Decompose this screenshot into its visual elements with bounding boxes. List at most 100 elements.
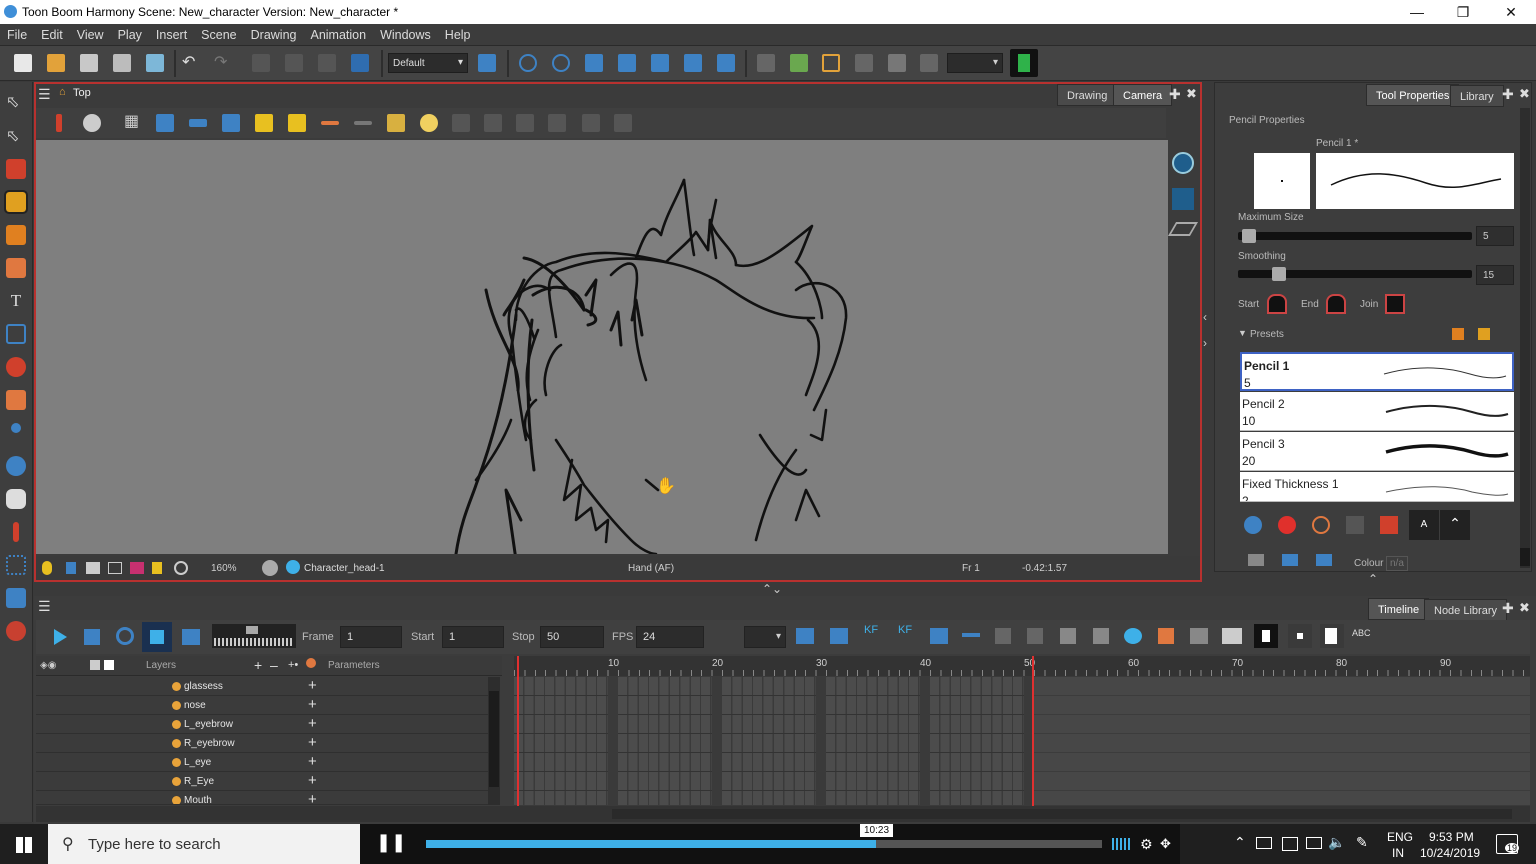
cutter-tool-icon[interactable] bbox=[6, 555, 26, 575]
expand-layer-icon[interactable]: + bbox=[308, 791, 317, 804]
create-drawing-icon[interactable] bbox=[796, 628, 814, 644]
fullscreen-icon[interactable]: ✥ bbox=[1160, 836, 1171, 852]
contour-editor-icon[interactable]: ⬁ bbox=[6, 126, 26, 146]
join-style-icon[interactable] bbox=[1385, 294, 1405, 314]
max-size-slider[interactable] bbox=[1238, 229, 1472, 243]
shape-tool-icon[interactable] bbox=[6, 324, 26, 344]
maximize-button[interactable]: ❐ bbox=[1440, 2, 1486, 22]
ik-icon[interactable] bbox=[822, 54, 840, 72]
expand-up-icon[interactable]: ⌃ bbox=[1368, 572, 1378, 586]
start-cap-icon[interactable] bbox=[1267, 294, 1287, 314]
add-keyframe-icon[interactable]: KF bbox=[864, 624, 878, 636]
scale-icon[interactable] bbox=[585, 54, 603, 72]
add-layer-icon[interactable]: + bbox=[254, 657, 262, 673]
layer-name[interactable]: R_Eye bbox=[184, 776, 214, 787]
menu-drawing[interactable]: Drawing bbox=[244, 24, 304, 42]
ink-tool-icon[interactable] bbox=[6, 588, 26, 608]
speaker-icon[interactable]: 🔈 bbox=[1328, 834, 1345, 851]
paint-tool-icon[interactable] bbox=[6, 357, 26, 377]
expand-layer-icon[interactable]: + bbox=[308, 696, 317, 713]
clock-time[interactable]: 9:53 PM bbox=[1429, 830, 1474, 844]
text-tool-icon[interactable]: T bbox=[6, 291, 26, 311]
new-preset-icon[interactable] bbox=[1452, 328, 1464, 340]
layer-name[interactable]: L_eye bbox=[184, 757, 211, 768]
motion-keyframe-icon[interactable] bbox=[930, 628, 948, 644]
rotate-icon[interactable] bbox=[552, 54, 570, 72]
lock-all-icon[interactable] bbox=[90, 660, 100, 670]
flip-vertical-icon[interactable] bbox=[484, 114, 502, 132]
play-icon[interactable] bbox=[54, 629, 67, 645]
collapse-left-icon[interactable]: ‹ bbox=[1203, 310, 1207, 324]
notification-icon[interactable]: 19 bbox=[1496, 834, 1520, 854]
layer-up-icon[interactable] bbox=[66, 562, 76, 574]
add-keyframe-icon[interactable] bbox=[888, 54, 906, 72]
settings-gear-icon[interactable]: ⚙ bbox=[1140, 836, 1153, 853]
smoothing-input[interactable]: 15 bbox=[1476, 265, 1514, 285]
playback-speed-slider[interactable] bbox=[212, 624, 296, 648]
frame-input[interactable]: 1 bbox=[340, 626, 402, 648]
stop-motion-icon[interactable] bbox=[962, 633, 980, 637]
workspace-save-icon[interactable] bbox=[478, 54, 496, 72]
pencil-tool-icon[interactable] bbox=[4, 190, 28, 214]
region-indicator[interactable]: IN bbox=[1392, 846, 1404, 860]
expand-layer-icon[interactable]: + bbox=[308, 715, 317, 732]
expand-up-icon[interactable]: ⌃⌄ bbox=[762, 582, 782, 596]
collapse-right-icon[interactable]: › bbox=[1203, 336, 1207, 350]
flip-icon[interactable] bbox=[452, 114, 470, 132]
layer-name[interactable]: glassess bbox=[184, 681, 223, 692]
stop-input[interactable]: 50 bbox=[540, 626, 604, 648]
animate-all-icon[interactable]: ◈◉ bbox=[40, 660, 56, 671]
preset-item[interactable]: Fixed Thickness 1 2 bbox=[1240, 472, 1514, 502]
extend-exposure-icon[interactable] bbox=[1060, 628, 1076, 644]
timeline-hscrollbar[interactable] bbox=[612, 809, 1512, 819]
tab-drawing[interactable]: Drawing bbox=[1057, 84, 1118, 106]
add-view-icon[interactable]: ✚ bbox=[1169, 86, 1181, 103]
hamburger-menu-icon[interactable]: ☰ bbox=[38, 598, 51, 615]
menu-insert[interactable]: Insert bbox=[149, 24, 194, 42]
auto-close-gap-icon[interactable] bbox=[1312, 516, 1330, 534]
duplicate-drawing-icon[interactable] bbox=[830, 628, 848, 644]
frame-ruler[interactable]: 10 20 30 40 50 60 70 80 90 bbox=[514, 656, 1530, 676]
layer-row[interactable]: L_eyebrow + bbox=[36, 715, 488, 734]
skew-icon[interactable] bbox=[618, 54, 636, 72]
rotate-view-icon[interactable] bbox=[6, 456, 26, 476]
reset-view-icon[interactable] bbox=[222, 114, 240, 132]
close-button[interactable]: ✕ bbox=[1488, 2, 1534, 22]
grid-icon[interactable]: ▦ bbox=[124, 111, 142, 130]
plane-icon[interactable] bbox=[1167, 222, 1199, 236]
menu-play[interactable]: Play bbox=[111, 24, 149, 42]
playhead[interactable] bbox=[517, 656, 519, 806]
menu-edit[interactable]: Edit bbox=[34, 24, 70, 42]
reduce-exposure-icon[interactable] bbox=[1093, 628, 1109, 644]
clear-exposure-icon[interactable] bbox=[1158, 628, 1174, 644]
morph-icon[interactable] bbox=[717, 54, 735, 72]
unlock-icon[interactable] bbox=[288, 114, 306, 132]
remove-keyframe-icon[interactable]: KF bbox=[898, 624, 912, 636]
onion-skin-icon[interactable] bbox=[420, 114, 438, 132]
add-view-icon[interactable]: ✚ bbox=[1502, 86, 1514, 103]
align-icon[interactable] bbox=[1248, 554, 1264, 566]
fps-input[interactable]: 24 bbox=[636, 626, 704, 648]
pressure-icon[interactable]: ⌃ bbox=[1440, 510, 1470, 540]
zoom-level[interactable]: 160% bbox=[211, 563, 237, 574]
light-table-icon[interactable] bbox=[189, 119, 207, 127]
remove-layer-icon[interactable]: – bbox=[270, 657, 278, 673]
fill-mode-icon[interactable] bbox=[1316, 554, 1332, 566]
gear-icon[interactable] bbox=[262, 560, 278, 576]
start-input[interactable]: 1 bbox=[442, 626, 504, 648]
rigging-tool-icon[interactable] bbox=[13, 522, 19, 542]
mirror-icon[interactable] bbox=[516, 114, 534, 132]
sound-scrub-icon[interactable] bbox=[182, 629, 200, 645]
menu-file[interactable]: File bbox=[0, 24, 34, 42]
layer-name[interactable]: Mouth bbox=[184, 795, 212, 804]
split-icon[interactable] bbox=[1190, 628, 1208, 644]
expand-layer-icon[interactable]: + bbox=[308, 753, 317, 770]
abc-icon[interactable]: ABC bbox=[1352, 628, 1371, 638]
layer-row[interactable]: Mouth + bbox=[36, 791, 488, 805]
preset-item[interactable]: Pencil 1 5 bbox=[1240, 352, 1514, 391]
workspace-manager-icon[interactable] bbox=[351, 54, 369, 72]
stamp-tool-icon[interactable] bbox=[6, 225, 26, 245]
layer-name[interactable]: L_eyebrow bbox=[184, 719, 233, 730]
breadcrumb[interactable]: Top bbox=[73, 87, 91, 99]
color-all-icon[interactable] bbox=[104, 660, 114, 670]
